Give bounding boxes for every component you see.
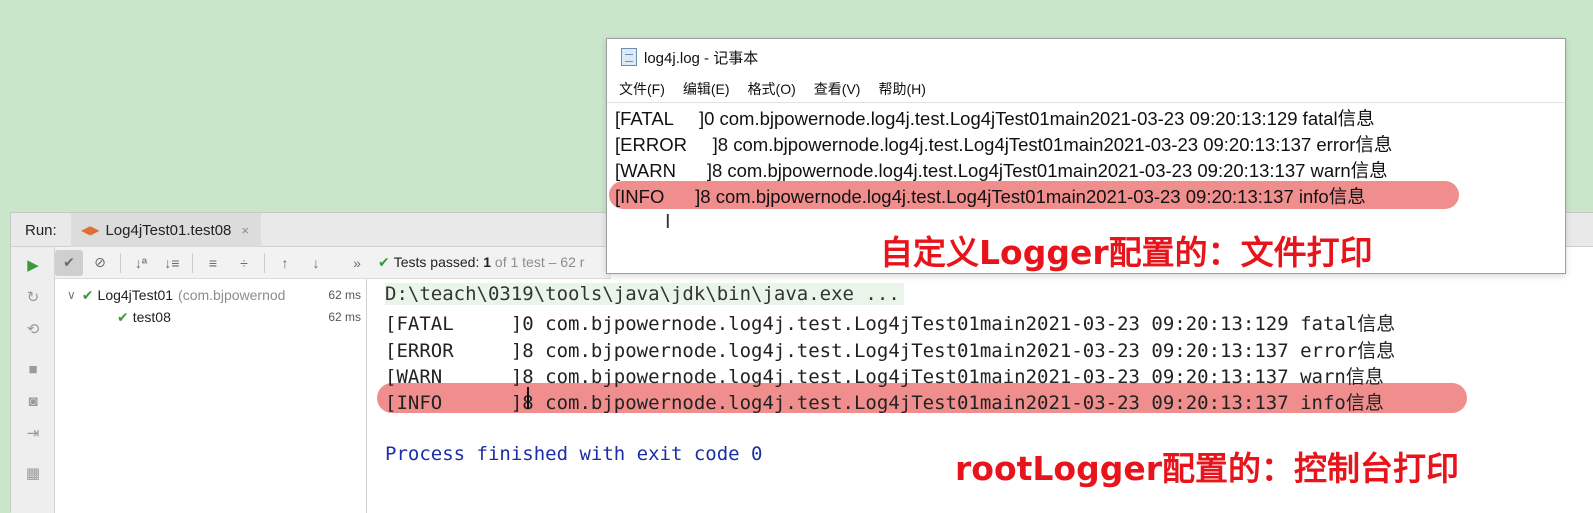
collapse-all-icon[interactable]: ÷ (230, 250, 258, 276)
toolbar-divider (120, 252, 121, 273)
import-icon[interactable]: ⇥ (23, 423, 43, 443)
expand-all-icon[interactable]: ≡ (199, 250, 227, 276)
run-tab-title: Log4jTest01.test08 (105, 221, 232, 239)
run-tab[interactable]: ◀▶ Log4jTest01.test08 × (71, 213, 261, 247)
notepad-titlebar[interactable]: log4j.log - 记事本 (607, 39, 1565, 75)
file-print-annotation: 自定义Logger配置的：文件打印 (880, 233, 1373, 272)
previous-test-icon[interactable]: ↑ (271, 250, 299, 276)
toggle-auto-test-icon[interactable]: ⟲ (23, 319, 43, 339)
menu-format[interactable]: 格式(O) (748, 79, 796, 99)
rerun-icon[interactable]: ▶ (23, 255, 43, 275)
next-test-icon[interactable]: ↓ (302, 250, 330, 276)
passed-check-icon: ✔ (117, 308, 129, 325)
camera-icon[interactable]: ◙ (23, 391, 43, 411)
passed-check-icon: ✔ (81, 286, 94, 303)
tree-row-root[interactable]: ∨ ✔ Log4jTest01 (com.bjpowernod 62 ms (67, 285, 367, 305)
file-log-line: [INFO ]8 com.bjpowernode.log4j.test.Log4… (615, 186, 1366, 207)
toolbar-divider (192, 252, 193, 273)
notepad-menubar: 文件(F) 编辑(E) 格式(O) 查看(V) 帮助(H) (607, 75, 1565, 103)
file-log-line: [ERROR ]8 com.bjpowernode.log4j.test.Log… (615, 134, 1393, 155)
console-command: D:\teach\0319\tools\java\jdk\bin\java.ex… (385, 283, 904, 305)
close-tab-icon[interactable]: × (241, 223, 249, 238)
console-log-line: [FATAL ]0 com.bjpowernode.log4j.test.Log… (385, 313, 1396, 335)
menu-file[interactable]: 文件(F) (619, 79, 665, 99)
text-caret (527, 387, 529, 409)
file-log-line: [FATAL ]0 com.bjpowernode.log4j.test.Log… (615, 108, 1375, 129)
test-toolbar: ✔ ⊘ ↓ª ↓≡ ≡ ÷ ↑ ↓ » ✔ Tests passed: 1 of … (55, 247, 611, 279)
menu-help[interactable]: 帮助(H) (878, 79, 925, 99)
console-log-line: [ERROR ]8 com.bjpowernode.log4j.test.Log… (385, 340, 1396, 362)
console-log-line: [INFO ]8 com.bjpowernode.log4j.test.Log4… (385, 392, 1384, 414)
test-duration: 62 ms (328, 310, 361, 324)
menu-view[interactable]: 查看(V) (814, 79, 861, 99)
show-ignored-icon[interactable]: ⊘ (86, 250, 114, 276)
more-icon[interactable]: » (343, 250, 371, 276)
menu-edit[interactable]: 编辑(E) (683, 79, 730, 99)
chevron-down-icon[interactable]: ∨ (67, 288, 76, 302)
test-duration: 62 ms (328, 288, 361, 302)
notepad-file-icon (621, 48, 637, 66)
success-check-icon: ✔ (378, 254, 390, 270)
run-config-icon: ◀▶ (81, 223, 100, 237)
sort-alpha-icon[interactable]: ↓ª (127, 250, 155, 276)
test-tree: ∨ ✔ Log4jTest01 (com.bjpowernod 62 ms ✔ … (55, 279, 367, 513)
console-log-line: [WARN ]8 com.bjpowernode.log4j.test.Log4… (385, 366, 1384, 388)
console-exit-message: Process finished with exit code 0 (385, 443, 763, 465)
notepad-title: log4j.log - 记事本 (644, 49, 759, 67)
console-print-annotation: rootLogger配置的：控制台打印 (955, 449, 1459, 488)
show-passed-icon[interactable]: ✔ (55, 249, 83, 276)
test-class-package: (com.bjpowernod (178, 287, 286, 303)
sort-duration-icon[interactable]: ↓≡ (158, 250, 186, 276)
test-class-name: Log4jTest01 (97, 287, 174, 303)
text-cursor-icon: I (665, 211, 671, 233)
test-status: ✔ Tests passed: 1 of 1 test – 62 r (378, 254, 585, 270)
test-method-name: test08 (132, 309, 171, 325)
rerun-failed-icon[interactable]: ↻ (23, 287, 43, 307)
tree-row-test08[interactable]: ✔ test08 62 ms (117, 307, 367, 327)
layout-icon[interactable]: ▦ (23, 463, 43, 483)
toolbar-divider (264, 252, 265, 273)
file-log-line: [WARN ]8 com.bjpowernode.log4j.test.Log4… (615, 160, 1388, 181)
run-side-toolbar: ▶ ↻ ⟲ ■ ◙ ⇥ ▦ (11, 247, 55, 513)
run-label: Run: (25, 222, 57, 239)
stop-icon[interactable]: ■ (23, 359, 43, 379)
